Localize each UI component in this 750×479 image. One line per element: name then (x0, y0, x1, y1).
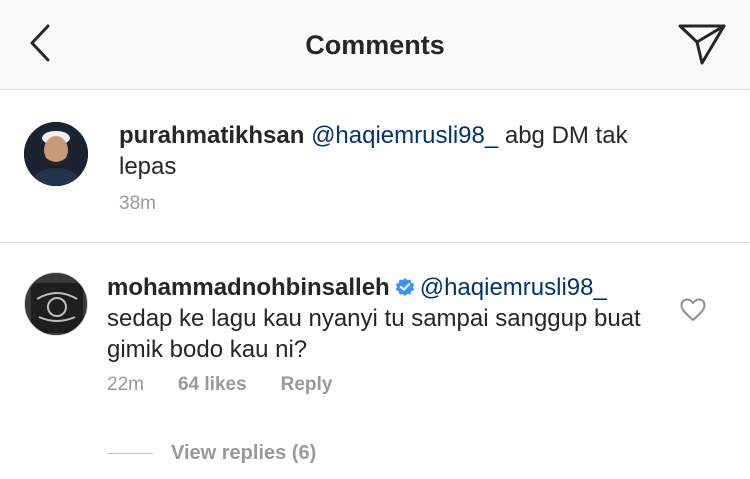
avatar-image (24, 122, 88, 186)
comment-body: sedap ke lagu kau nyanyi tu sampai sangg… (107, 305, 641, 363)
comment-username[interactable]: mohammadnohbinsalleh (107, 274, 390, 301)
view-replies-label: View replies (6) (171, 442, 317, 464)
paper-plane-icon (678, 24, 726, 65)
avatar[interactable] (24, 272, 88, 336)
comment-time: 22m (107, 374, 144, 395)
top-bar: Comments (0, 0, 750, 90)
comment-item: mohammadnohbinsalleh @haqiemrusli98_ sed… (0, 244, 750, 479)
comment-likes[interactable]: 64 likes (178, 374, 247, 396)
avatar[interactable] (24, 122, 88, 186)
comment-mention[interactable]: @haqiemrusli98_ (311, 122, 498, 149)
reply-button[interactable]: Reply (281, 374, 333, 396)
comment-username[interactable]: purahmatikhsan (119, 122, 304, 149)
comment-meta: 22m 64 likes Reply (107, 374, 332, 396)
divider-line (107, 453, 153, 454)
share-button[interactable] (678, 22, 726, 66)
avatar-image (25, 273, 87, 335)
comment-text: mohammadnohbinsalleh @haqiemrusli98_ sed… (107, 272, 667, 365)
like-button[interactable] (680, 298, 706, 322)
comment-text: purahmatikhsan @haqiemrusli98_ abg DM ta… (119, 120, 679, 182)
view-replies-button[interactable]: View replies (6) (107, 442, 316, 465)
verified-badge-icon (395, 278, 414, 296)
comment-mention[interactable]: @haqiemrusli98_ (420, 274, 607, 301)
comment-time: 38m (119, 193, 156, 214)
comment-meta: 38m (119, 193, 156, 215)
page-title: Comments (305, 30, 445, 60)
comment-item: purahmatikhsan @haqiemrusli98_ abg DM ta… (0, 91, 750, 243)
heart-icon (680, 298, 706, 321)
